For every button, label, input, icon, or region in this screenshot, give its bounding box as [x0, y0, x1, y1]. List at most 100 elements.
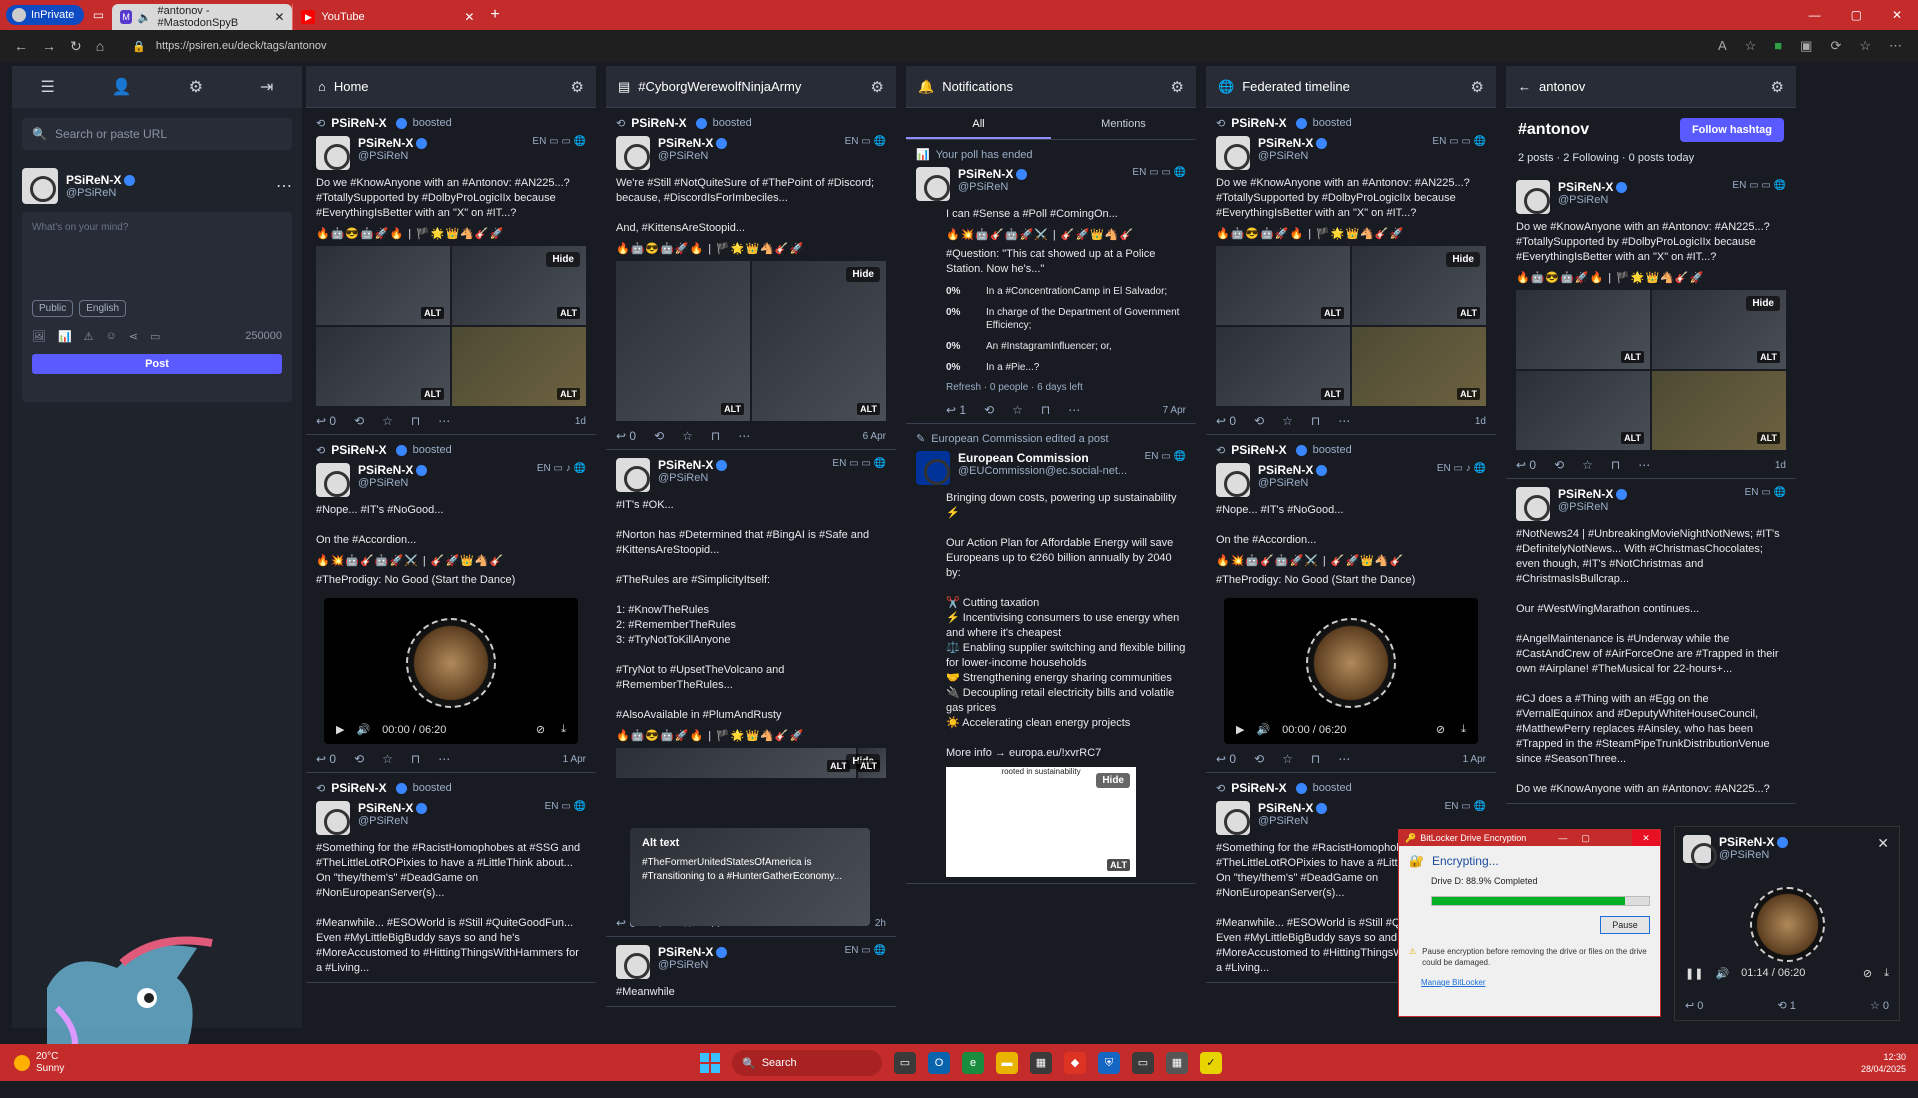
app-icon[interactable]: ◆ — [1064, 1052, 1086, 1074]
tab-all[interactable]: All — [906, 108, 1051, 139]
timestamp[interactable]: 1 Apr — [1463, 754, 1486, 765]
hide-icon[interactable]: ⊘ — [536, 723, 545, 736]
more-button[interactable]: ⋯ — [438, 752, 450, 766]
alt-badge[interactable]: ALT — [1757, 351, 1780, 363]
reply-button[interactable]: ↩ 0 — [316, 414, 336, 428]
media-image[interactable]: rooted in sustainability Hide ALT — [946, 767, 1136, 877]
hide-icon[interactable]: ⊘ — [1863, 967, 1872, 980]
alt-badge[interactable]: ALT — [421, 307, 444, 319]
media-gallery[interactable]: ALT Hide ALT ALT ALT — [1216, 246, 1486, 406]
home-icon[interactable]: ⌂ — [96, 38, 104, 54]
poll-footer[interactable]: Refresh · 0 people · 6 days left — [946, 380, 1186, 395]
avatar[interactable] — [916, 167, 950, 201]
hide-media-button[interactable]: Hide — [1446, 252, 1480, 267]
inprivate-badge[interactable]: InPrivate — [6, 5, 85, 25]
boost-button[interactable]: ⟲ — [354, 752, 364, 766]
security-icon[interactable]: ⛨ — [1098, 1052, 1120, 1074]
avatar[interactable] — [316, 463, 350, 497]
alt-badge[interactable]: ALT — [421, 388, 444, 400]
alt-badge[interactable]: ALT — [557, 388, 580, 400]
bookmark-button[interactable]: ⊓ — [711, 429, 720, 443]
close-window-icon[interactable]: ✕ — [1892, 8, 1902, 22]
taskbar-search[interactable]: 🔍 Search — [732, 1050, 882, 1076]
avatar[interactable] — [1516, 180, 1550, 214]
alt-badge[interactable]: ALT — [1321, 307, 1344, 319]
bookmark-button[interactable]: ⊓ — [1611, 458, 1620, 472]
timestamp[interactable]: 1 Apr — [563, 754, 586, 765]
timestamp[interactable]: 1d — [575, 416, 586, 427]
visibility-button[interactable]: Public — [32, 300, 74, 317]
favorites-icon[interactable]: ☆ — [1859, 38, 1871, 54]
alt-badge[interactable]: ALT — [1321, 388, 1344, 400]
language-button[interactable]: English — [79, 300, 127, 317]
maximize-icon[interactable]: ▢ — [1581, 833, 1590, 844]
play-icon[interactable]: ▶ — [336, 723, 344, 736]
minimize-icon[interactable]: — — [1809, 8, 1821, 22]
file-explorer-icon[interactable]: ▬ — [996, 1052, 1018, 1074]
logout-icon[interactable]: ⇥ — [260, 77, 273, 97]
back-arrow-icon[interactable]: ← — [1518, 79, 1531, 94]
alt-badge[interactable]: ALT — [1621, 432, 1644, 444]
hide-media-button[interactable]: Hide — [1096, 773, 1130, 788]
alt-badge[interactable]: ALT — [557, 307, 580, 319]
favourite-button[interactable]: ☆ — [1012, 403, 1023, 417]
avatar[interactable] — [616, 136, 650, 170]
template-icon[interactable]: ▭ — [150, 330, 160, 343]
hide-media-button[interactable]: Hide — [1746, 296, 1780, 311]
timestamp[interactable]: 2h — [875, 918, 886, 929]
status[interactable]: ⟲ PSiReN-X boosted PSiReN-X @PSiReN EN ▭ ▭ 🌐… — [1206, 108, 1496, 435]
poll-icon[interactable]: 📊 — [58, 330, 72, 343]
reply-button[interactable]: ↩ 0 — [316, 752, 336, 766]
refresh-icon[interactable]: ↻ — [70, 38, 82, 55]
terminal-icon[interactable]: ▭ — [1132, 1052, 1154, 1074]
hamburger-icon[interactable]: ☰ — [40, 77, 54, 97]
avatar[interactable] — [1216, 136, 1250, 170]
warning-icon[interactable]: ⚠ — [84, 330, 94, 343]
follow-hashtag-button[interactable]: Follow hashtag — [1679, 118, 1784, 142]
share-icon[interactable]: ⋖ — [129, 330, 138, 343]
audio-player[interactable]: ▶ 🔊 00:00 / 06:20 ⊘ ⤓ — [324, 598, 578, 744]
refresh-icon[interactable]: ⟳ — [1830, 38, 1841, 54]
reply-button[interactable]: ↩ 1 — [946, 403, 966, 417]
bookmark-button[interactable]: ⊓ — [1041, 403, 1050, 417]
more-button[interactable]: ⋯ — [1338, 752, 1350, 766]
close-icon[interactable]: ✕ — [1877, 835, 1889, 852]
boost-button[interactable]: ⟲ — [1554, 458, 1564, 472]
weather-widget[interactable]: 20°C Sunny — [14, 1051, 64, 1075]
download-icon[interactable]: ⤓ — [561, 723, 566, 736]
media-gallery[interactable]: ALTHideALT Alt text#TheFormerUnitedState… — [616, 748, 886, 926]
manage-bitlocker-link[interactable]: Manage BitLocker — [1421, 978, 1650, 987]
more-button[interactable]: ⋯ — [438, 414, 450, 428]
tab-mentions[interactable]: Mentions — [1051, 108, 1196, 139]
outlook-icon[interactable]: O — [928, 1052, 950, 1074]
column-settings-icon[interactable]: ⚙ — [571, 78, 584, 96]
alt-badge[interactable]: ALT — [1457, 388, 1480, 400]
timestamp[interactable]: 1d — [1475, 416, 1486, 427]
bookmark-button[interactable]: ⊓ — [1311, 752, 1320, 766]
reply-button[interactable]: ↩ 0 — [1516, 458, 1536, 472]
url-field[interactable]: 🔒 https://psiren.eu/deck/tags/antonov — [132, 40, 326, 53]
reply-button[interactable]: ↩ 0 — [1216, 414, 1236, 428]
attach-media-icon[interactable]: 🖼 — [32, 330, 46, 343]
avatar[interactable] — [22, 168, 58, 204]
emoji-icon[interactable]: ☺ — [106, 330, 117, 343]
extension-icon[interactable]: ▣ — [1800, 38, 1812, 54]
status[interactable]: PSiReN-X @PSiReN EN ▭ ▭ 🌐 #IT's #OK... #No… — [606, 450, 896, 937]
tab-actions-icon[interactable]: ▭ — [84, 8, 112, 22]
avatar[interactable] — [616, 458, 650, 492]
more-icon[interactable]: ⋯ — [276, 176, 292, 196]
timestamp[interactable]: 6 Apr — [863, 431, 886, 442]
notification-edit[interactable]: ✎ European Commission edited a post Europ… — [906, 424, 1196, 884]
bookmark-button[interactable]: ⊓ — [411, 414, 420, 428]
bookmark-button[interactable]: ⊓ — [411, 752, 420, 766]
back-icon[interactable]: ← — [14, 38, 28, 54]
avatar[interactable] — [1216, 801, 1250, 835]
close-icon[interactable]: ✕ — [1632, 830, 1660, 846]
more-button[interactable]: ⋯ — [1338, 414, 1350, 428]
timestamp[interactable]: 7 Apr — [1163, 405, 1186, 416]
speaker-icon[interactable]: 🔈 — [138, 11, 152, 24]
search-input[interactable]: 🔍 Search or paste URL — [22, 118, 292, 150]
status[interactable]: PSiReN-X @PSiReN EN ▭ 🌐 #NotNews24 | #Unbr… — [1506, 479, 1796, 804]
new-tab-button[interactable]: + — [490, 6, 499, 24]
avatar[interactable] — [616, 945, 650, 979]
